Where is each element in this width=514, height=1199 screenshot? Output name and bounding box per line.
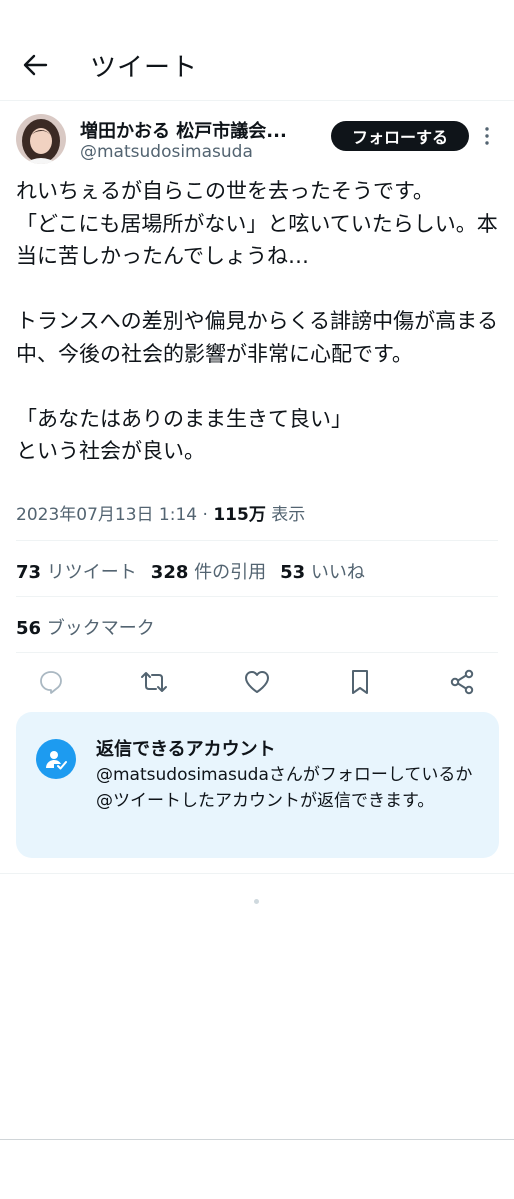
avatar[interactable] bbox=[16, 114, 66, 164]
reply-restriction-title: 返信できるアカウント bbox=[96, 739, 276, 760]
meta-separator: · bbox=[202, 505, 208, 525]
bookmark-icon[interactable] bbox=[344, 664, 376, 700]
retweets-count: 73 bbox=[16, 562, 42, 583]
views-label: 表示 bbox=[271, 505, 306, 525]
author-name[interactable]: 増田かおる 松戸市議会... bbox=[80, 117, 287, 143]
quotes-count: 328 bbox=[150, 562, 189, 583]
tweet-meta: 2023年07月13日 1:14 · 115万 表示 bbox=[16, 500, 305, 525]
top-bar: ツイート bbox=[0, 0, 514, 101]
more-options-icon[interactable] bbox=[482, 126, 492, 146]
action-bar bbox=[0, 664, 514, 700]
bookmarks-count: 56 bbox=[16, 618, 42, 639]
reply-restriction-panel: 返信できるアカウント @matsudosimasudaさんがフォローしているか@… bbox=[16, 712, 499, 858]
retweet-icon[interactable] bbox=[138, 664, 170, 700]
quotes-label: 件の引用 bbox=[194, 562, 267, 583]
bookmarks-stat[interactable]: 56 ブックマーク bbox=[16, 614, 155, 640]
page-title: ツイート bbox=[90, 53, 199, 83]
loading-indicator bbox=[254, 899, 259, 904]
tweet-date[interactable]: 2023年07月13日 1:14 bbox=[16, 505, 197, 525]
follow-button[interactable]: フォローする bbox=[331, 121, 469, 151]
engagement-stats: 73 リツイート 328 件の引用 53 いいね bbox=[16, 558, 365, 584]
retweets-label: リツイート bbox=[46, 562, 137, 583]
divider bbox=[16, 596, 498, 597]
like-icon[interactable] bbox=[241, 664, 273, 700]
divider bbox=[0, 1139, 514, 1140]
reply-restriction-text: @matsudosimasudaさんがフォローしているか@ツイートしたアカウント… bbox=[96, 765, 473, 811]
retweets-stat[interactable]: 73 リツイート bbox=[16, 562, 137, 583]
likes-label: いいね bbox=[310, 562, 365, 583]
divider bbox=[0, 873, 514, 874]
divider bbox=[16, 652, 498, 653]
arrow-left-icon[interactable] bbox=[20, 50, 50, 80]
share-icon[interactable] bbox=[446, 664, 478, 700]
views-count: 115万 bbox=[213, 505, 266, 525]
tweet-text: れいちぇるが自らこの世を去ったそうです。 「どこにも居場所がない」と呟いていたら… bbox=[16, 179, 499, 463]
quotes-stat[interactable]: 328 件の引用 bbox=[151, 562, 266, 583]
reply-icon[interactable] bbox=[35, 664, 67, 700]
likes-stat[interactable]: 53 いいね bbox=[280, 562, 365, 583]
author-handle[interactable]: @matsudosimasuda bbox=[80, 142, 253, 162]
user-check-icon bbox=[36, 739, 76, 779]
divider bbox=[16, 540, 498, 541]
likes-count: 53 bbox=[280, 562, 306, 583]
bookmarks-label: ブックマーク bbox=[46, 618, 155, 639]
